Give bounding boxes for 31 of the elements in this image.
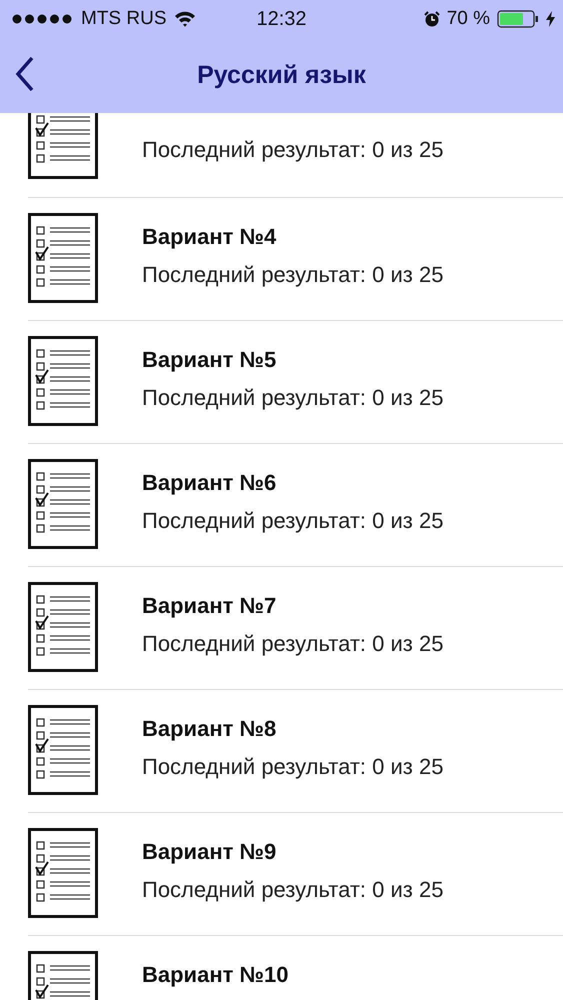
checklist-icon: [28, 459, 98, 549]
variant-title[interactable]: Вариант №6: [142, 470, 444, 496]
last-result: Последний результат: 0 из 25: [142, 137, 444, 163]
wifi-icon: [174, 11, 196, 27]
variant-title[interactable]: Вариант №9: [142, 839, 444, 865]
checklist-icon: [28, 705, 98, 795]
clock-time: 12:32: [256, 8, 307, 30]
screen-title: Русский язык: [197, 61, 366, 90]
variant-title[interactable]: Вариант №10: [142, 962, 288, 988]
checklist-icon: [28, 113, 98, 179]
checklist-icon: [28, 213, 98, 303]
variant-title[interactable]: Вариант №7: [142, 593, 444, 619]
last-result: Последний результат: 0 из 25: [142, 754, 444, 780]
last-result: Последний результат: 0 из 25: [142, 631, 444, 657]
back-chevron-icon[interactable]: [15, 56, 35, 92]
alarm-clock-icon: [424, 11, 440, 27]
variant-title[interactable]: Вариант №8: [142, 716, 444, 742]
battery-percent: 70 %: [446, 8, 490, 30]
last-result: Последний результат: 0 из 25: [142, 508, 444, 534]
signal-icon: [12, 14, 74, 24]
checklist-icon: [28, 582, 98, 672]
checklist-icon: [28, 336, 98, 426]
last-result: Последний результат: 0 из 25: [142, 262, 444, 288]
variant-title[interactable]: Вариант №4: [142, 224, 444, 250]
variant-title[interactable]: Вариант №5: [142, 347, 444, 373]
last-result: Последний результат: 0 из 25: [142, 877, 444, 903]
last-result: Последний результат: 0 из 25: [142, 385, 444, 411]
checklist-icon: [28, 828, 98, 918]
carrier-name: MTS RUS: [81, 8, 166, 30]
charging-bolt-icon: [546, 11, 555, 27]
battery-icon: [497, 10, 539, 28]
